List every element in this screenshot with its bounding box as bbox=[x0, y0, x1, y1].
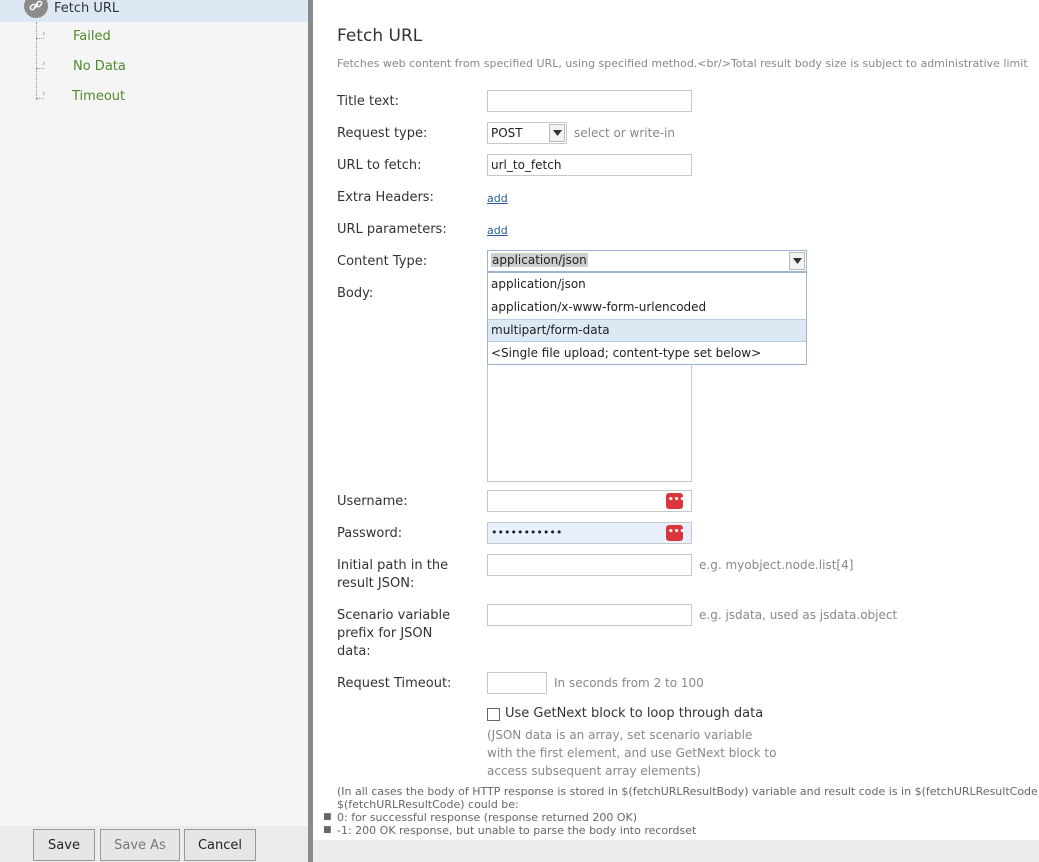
arrow-icon: › bbox=[42, 89, 46, 99]
scenario-prefix-label: Scenario variable prefix for JSON data: bbox=[337, 608, 451, 659]
dropdown-option[interactable]: <Single file upload; content-type set be… bbox=[488, 342, 806, 365]
body-textarea[interactable] bbox=[487, 364, 692, 482]
initial-path-hint: e.g. myobject.node.list[4] bbox=[699, 558, 854, 572]
password-input[interactable]: ••••••••••• ••• bbox=[487, 522, 692, 544]
url-input[interactable] bbox=[487, 154, 692, 176]
tree-root-label: Fetch URL bbox=[54, 1, 120, 16]
username-input[interactable]: ••• bbox=[487, 490, 692, 512]
footer-item-text: -1: 200 OK response, but unable to parse… bbox=[337, 824, 697, 837]
arrow-icon: › bbox=[42, 29, 46, 39]
title-text-label: Title text: bbox=[337, 94, 400, 109]
add-parameter-link[interactable]: add bbox=[487, 224, 508, 237]
url-parameters-label: URL parameters: bbox=[337, 222, 447, 237]
tree-item-fetch-url[interactable]: Fetch URL bbox=[0, 0, 308, 22]
extra-headers-label: Extra Headers: bbox=[337, 190, 434, 205]
request-timeout-input[interactable] bbox=[487, 672, 547, 694]
content-type-dropdown: application/json application/x-www-form-… bbox=[487, 272, 807, 365]
tree-child-label: No Data bbox=[73, 59, 126, 74]
url-label: URL to fetch: bbox=[337, 158, 422, 173]
footer-notes: (In all cases the body of HTTP response … bbox=[323, 785, 1039, 837]
password-manager-icon[interactable]: ••• bbox=[666, 525, 685, 541]
initial-path-input[interactable] bbox=[487, 554, 692, 576]
content-type-value: application/json bbox=[491, 253, 588, 267]
request-type-select[interactable]: POST bbox=[487, 122, 567, 144]
bottom-band bbox=[313, 840, 1039, 862]
dropdown-option[interactable]: application/json bbox=[488, 273, 806, 296]
getnext-note: (JSON data is an array, set scenario var… bbox=[487, 728, 777, 778]
footer-item: ■ -1: 200 OK response, but unable to pars… bbox=[323, 824, 697, 837]
scenario-prefix-input[interactable] bbox=[487, 604, 692, 626]
password-manager-icon[interactable]: ••• bbox=[666, 493, 685, 509]
footer-line: $(fetchURLResultCode) could be: bbox=[337, 798, 519, 811]
request-type-hint: select or write-in bbox=[574, 126, 675, 140]
request-timeout-label: Request Timeout: bbox=[337, 676, 452, 691]
title-text-input[interactable] bbox=[487, 90, 692, 112]
page-title: Fetch URL bbox=[337, 26, 423, 46]
tree-child-label: Timeout bbox=[72, 89, 126, 104]
content-type-label: Content Type: bbox=[337, 254, 428, 269]
link-icon bbox=[24, 0, 48, 18]
arrow-icon: › bbox=[42, 59, 46, 69]
cancel-button[interactable]: Cancel bbox=[184, 829, 256, 861]
footer-item-text: 0: for successful response (response ret… bbox=[337, 811, 637, 824]
request-type-value: POST bbox=[491, 126, 523, 140]
request-type-label: Request type: bbox=[337, 126, 428, 141]
password-label: Password: bbox=[337, 526, 403, 541]
getnext-checkbox[interactable] bbox=[487, 708, 500, 721]
dropdown-option[interactable]: application/x-www-form-urlencoded bbox=[488, 296, 806, 319]
add-header-link[interactable]: add bbox=[487, 192, 508, 205]
footer-line: (In all cases the body of HTTP response … bbox=[337, 785, 1039, 798]
body-label: Body: bbox=[337, 286, 374, 301]
content-type-select[interactable]: application/json bbox=[487, 250, 807, 272]
save-as-button[interactable]: Save As bbox=[100, 829, 180, 861]
scenario-prefix-hint: e.g. jsdata, used as jsdata.object bbox=[699, 608, 898, 622]
username-label: Username: bbox=[337, 494, 408, 509]
initial-path-label: Initial path in the result JSON: bbox=[337, 558, 449, 591]
left-panel: Fetch URL › Failed › No Data › Timeout bbox=[0, 0, 308, 862]
save-button[interactable]: Save bbox=[33, 829, 95, 861]
getnext-label[interactable]: Use GetNext block to loop through data bbox=[505, 706, 763, 721]
chevron-down-icon[interactable] bbox=[549, 124, 565, 142]
tree-connector bbox=[36, 22, 38, 100]
password-value: ••••••••••• bbox=[491, 526, 563, 539]
dropdown-option-selected[interactable]: multipart/form-data bbox=[488, 319, 806, 342]
properties-panel: Fetch URL Fetches web content from speci… bbox=[313, 0, 1039, 862]
description: Fetches web content from specified URL, … bbox=[337, 57, 1028, 70]
footer-item: ■ 0: for successful response (response re… bbox=[323, 811, 637, 824]
request-timeout-hint: In seconds from 2 to 100 bbox=[554, 676, 704, 690]
tree-child-label: Failed bbox=[73, 29, 111, 44]
chevron-down-icon[interactable] bbox=[789, 252, 805, 270]
